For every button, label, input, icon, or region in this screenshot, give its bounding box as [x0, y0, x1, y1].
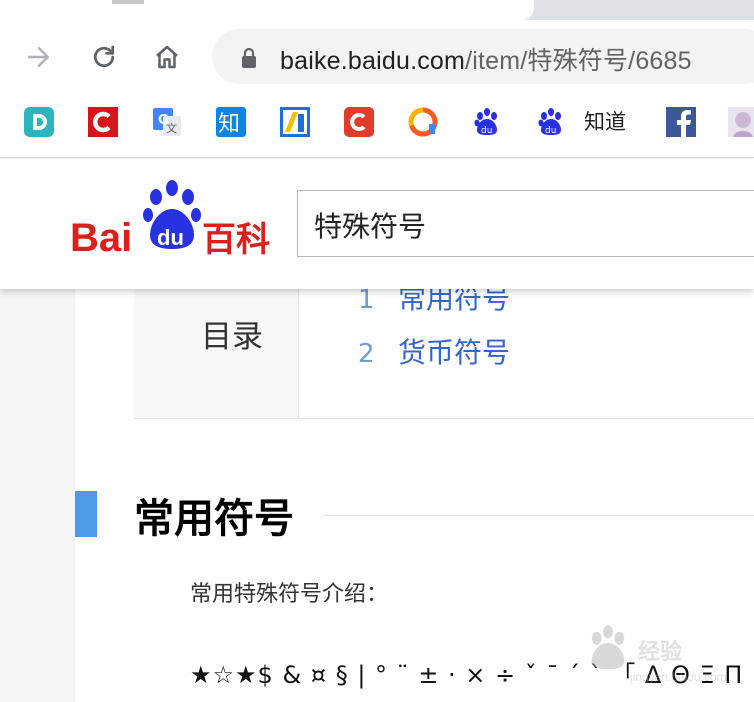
- stripe-app-icon: [280, 107, 310, 137]
- bookmark-d-app[interactable]: [22, 105, 56, 139]
- ring-app-icon: [408, 107, 438, 137]
- reload-button[interactable]: [87, 40, 121, 74]
- bookmark-translate[interactable]: G文: [150, 105, 184, 139]
- watermark-text: 经验: [638, 640, 683, 665]
- svg-text:知: 知: [218, 112, 240, 137]
- toc-title: 目录: [201, 319, 263, 355]
- jingyan-watermark: 经验 jingyan.baidu.com: [578, 612, 754, 692]
- svg-text:文: 文: [166, 121, 177, 135]
- search-input[interactable]: 特殊符号: [297, 190, 754, 257]
- bookmark-zhidao-label[interactable]: 知道: [584, 106, 626, 136]
- reload-icon: [93, 45, 115, 68]
- home-icon: [156, 45, 178, 69]
- toc-item-number: 1: [358, 285, 375, 315]
- table-of-contents: 目录 1 常用符号 2 货币符号: [134, 282, 754, 419]
- arrow-right-icon: [27, 47, 49, 67]
- anime-avatar-icon: [728, 107, 754, 137]
- svg-text:du: du: [545, 126, 556, 136]
- bookmark-anime-avatar[interactable]: [726, 105, 754, 139]
- forward-button[interactable]: [22, 40, 56, 74]
- section-divider: [325, 515, 754, 516]
- bookmark-baidu-zhidao[interactable]: du: [534, 105, 568, 139]
- tab-favicon: [112, 0, 144, 4]
- watermark-url: jingyan.baidu.com: [630, 670, 727, 684]
- lock-icon: [242, 47, 256, 68]
- section-accent-bar: [75, 491, 97, 537]
- baidu-paw-watermark-icon: [591, 625, 625, 670]
- baidu-baike-logo[interactable]: Bai du 百科: [70, 179, 280, 259]
- zhihu-icon: 知: [216, 107, 246, 137]
- svg-text:Bai: Bai: [70, 216, 132, 259]
- search-query: 特殊符号: [314, 210, 427, 243]
- active-tab[interactable]: [0, 0, 534, 20]
- facebook-icon: [666, 107, 696, 137]
- home-button[interactable]: [150, 40, 184, 74]
- c-rounded-app-icon: [344, 107, 374, 137]
- toc-item-2[interactable]: 2 货币符号: [358, 331, 510, 371]
- tab-strip: [0, 0, 754, 20]
- bookmark-stripe-app[interactable]: [278, 105, 312, 139]
- translate-icon: G文: [153, 108, 181, 136]
- bookmark-ring-app[interactable]: [406, 105, 440, 139]
- address-bar[interactable]: baike.baidu.com/item/特殊符号/6685: [212, 29, 754, 84]
- baidu-zhidao-icon: du: [538, 108, 561, 136]
- d-app-icon: [24, 107, 54, 137]
- url-host: baike.baidu.com: [280, 47, 466, 75]
- svg-text:du: du: [157, 225, 184, 250]
- bookmark-baidu[interactable]: du: [470, 105, 504, 139]
- section-intro: 常用特殊符号介绍：: [190, 582, 389, 607]
- toc-item-number: 2: [358, 339, 375, 369]
- toc-item-label: 货币符号: [398, 336, 511, 369]
- svg-text:百科: 百科: [202, 220, 270, 259]
- toc-title-panel: 目录: [134, 289, 299, 418]
- svg-text:du: du: [481, 126, 492, 136]
- baike-header: Bai du 百科 特殊符号: [0, 159, 754, 289]
- c-red-app-icon: [88, 107, 118, 137]
- section-heading: 常用符号: [134, 496, 294, 542]
- baidu-paw-icon: du: [474, 108, 497, 136]
- bookmark-zhihu[interactable]: 知: [214, 105, 248, 139]
- url-path: /item/特殊符号/6685: [465, 47, 692, 75]
- bookmark-facebook[interactable]: [664, 105, 698, 139]
- bookmark-c-red[interactable]: [86, 105, 120, 139]
- url-text: baike.baidu.com/item/特殊符号/6685: [280, 41, 692, 77]
- bookmark-c-rounded[interactable]: [342, 105, 376, 139]
